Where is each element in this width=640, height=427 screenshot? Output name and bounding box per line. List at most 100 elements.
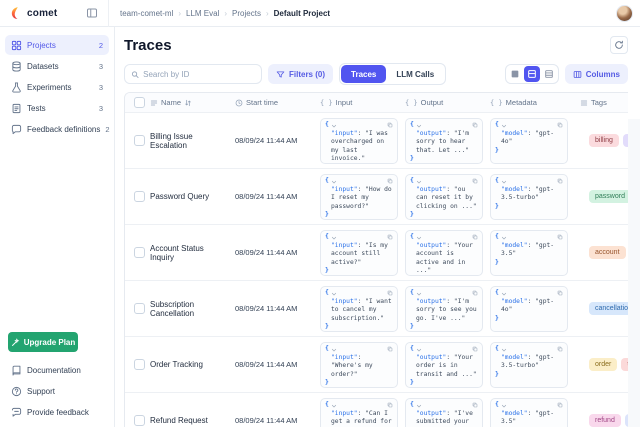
avatar[interactable] <box>616 5 633 22</box>
trace-name[interactable]: Refund Request <box>150 416 235 425</box>
input-json-cell[interactable]: {"input": "Can I get a refund for my las… <box>320 398 398 427</box>
select-all-checkbox[interactable] <box>134 97 145 108</box>
tag-password[interactable]: password <box>589 190 628 203</box>
tag-cancellation[interactable]: cancellation <box>589 302 628 315</box>
tag-tracking[interactable]: tracking <box>621 358 628 371</box>
chevron-down-icon[interactable] <box>331 179 337 185</box>
output-json-cell[interactable]: {"output": "Your account is active and i… <box>405 230 483 276</box>
table-row[interactable]: Billing Issue Escalation08/09/24 11:44 A… <box>125 113 628 169</box>
column-header-name[interactable]: Name <box>150 98 235 107</box>
chevron-down-icon[interactable] <box>416 291 422 297</box>
chevron-down-icon[interactable] <box>331 123 337 129</box>
copy-icon[interactable] <box>557 178 563 184</box>
breadcrumb-item[interactable]: Default Project <box>274 9 330 18</box>
chevron-down-icon[interactable] <box>501 347 507 353</box>
metadata-json-cell[interactable]: {"model": "gpt-3.5-turbo"} <box>490 174 568 220</box>
column-header-metadata[interactable]: { } Metadata <box>490 98 580 107</box>
sidebar-footer-item-provide-feedback[interactable]: Provide feedback <box>5 402 109 422</box>
tag-refund[interactable]: refund <box>589 414 621 427</box>
input-json-cell[interactable]: {"input": "Where's my order?"} <box>320 342 398 388</box>
columns-button[interactable]: Columns <box>565 64 628 84</box>
copy-icon[interactable] <box>387 402 393 408</box>
copy-icon[interactable] <box>472 402 478 408</box>
output-json-cell[interactable]: {"output": "I'm sorry to hear that. Let … <box>405 118 483 164</box>
expand-chevron[interactable] <box>416 235 422 241</box>
copy-button[interactable] <box>557 402 563 408</box>
table-row[interactable]: Subscription Cancellation08/09/24 11:44 … <box>125 281 628 337</box>
copy-button[interactable] <box>472 402 478 408</box>
breadcrumb-item[interactable]: Projects <box>232 9 261 18</box>
copy-button[interactable] <box>557 122 563 128</box>
sidebar-footer-item-documentation[interactable]: Documentation <box>5 360 109 380</box>
refresh-button[interactable] <box>610 36 628 54</box>
copy-button[interactable] <box>387 402 393 408</box>
tab-llm-calls[interactable]: LLM Calls <box>386 65 444 83</box>
expand-chevron[interactable] <box>416 179 422 185</box>
output-json-cell[interactable]: {"output": "Your order is in transit and… <box>405 342 483 388</box>
copy-button[interactable] <box>387 234 393 240</box>
chevron-down-icon[interactable] <box>501 235 507 241</box>
row-checkbox[interactable] <box>134 247 145 258</box>
copy-icon[interactable] <box>557 346 563 352</box>
input-json-cell[interactable]: {"input": "I want to cancel my subscript… <box>320 286 398 332</box>
copy-icon[interactable] <box>387 346 393 352</box>
upgrade-plan-button[interactable]: Upgrade Plan <box>8 332 78 352</box>
metadata-json-cell[interactable]: {"model": "gpt-4o"} <box>490 118 568 164</box>
column-header-start-time[interactable]: Start time <box>235 98 320 107</box>
copy-button[interactable] <box>387 346 393 352</box>
sidebar-toggle-button[interactable] <box>86 6 100 20</box>
copy-button[interactable] <box>472 346 478 352</box>
output-json-cell[interactable]: {"output": "I've submitted your refund r… <box>405 398 483 427</box>
copy-button[interactable] <box>387 290 393 296</box>
copy-button[interactable] <box>472 178 478 184</box>
row-checkbox[interactable] <box>134 135 145 146</box>
input-json-cell[interactable]: {"input": "I was overcharged on my last … <box>320 118 398 164</box>
expand-chevron[interactable] <box>416 123 422 129</box>
table-row[interactable]: Password Query08/09/24 11:44 AM{"input":… <box>125 169 628 225</box>
row-checkbox[interactable] <box>134 191 145 202</box>
copy-icon[interactable] <box>472 346 478 352</box>
expand-chevron[interactable] <box>331 123 337 129</box>
breadcrumb-item[interactable]: team-comet-ml <box>120 9 173 18</box>
chevron-down-icon[interactable] <box>501 291 507 297</box>
chevron-down-icon[interactable] <box>416 347 422 353</box>
chevron-down-icon[interactable] <box>416 235 422 241</box>
expand-chevron[interactable] <box>501 291 507 297</box>
expand-chevron[interactable] <box>331 347 337 353</box>
sidebar-item-datasets[interactable]: Datasets3 <box>5 56 109 76</box>
copy-icon[interactable] <box>472 122 478 128</box>
column-header-tags[interactable]: Tags <box>580 98 628 107</box>
copy-button[interactable] <box>557 178 563 184</box>
output-json-cell[interactable]: {"output": "ou can reset it by clicking … <box>405 174 483 220</box>
scrollbar-gutter[interactable] <box>628 119 640 427</box>
trace-name[interactable]: Order Tracking <box>150 360 235 369</box>
sidebar-item-projects[interactable]: Projects2 <box>5 35 109 55</box>
column-header-input[interactable]: { } Input <box>320 98 405 107</box>
expand-chevron[interactable] <box>501 347 507 353</box>
density-small-button[interactable] <box>507 66 523 82</box>
comet-logo[interactable]: comet <box>0 6 80 20</box>
search-input[interactable] <box>143 70 255 79</box>
copy-icon[interactable] <box>387 122 393 128</box>
copy-icon[interactable] <box>472 178 478 184</box>
expand-chevron[interactable] <box>501 179 507 185</box>
breadcrumb-item[interactable]: LLM Eval <box>186 9 219 18</box>
chevron-down-icon[interactable] <box>416 403 422 409</box>
expand-chevron[interactable] <box>501 235 507 241</box>
expand-chevron[interactable] <box>331 179 337 185</box>
copy-icon[interactable] <box>557 402 563 408</box>
chevron-down-icon[interactable] <box>331 347 337 353</box>
copy-button[interactable] <box>472 290 478 296</box>
table-row[interactable]: Account Status Inquiry08/09/24 11:44 AM{… <box>125 225 628 281</box>
copy-button[interactable] <box>557 346 563 352</box>
row-checkbox[interactable] <box>134 359 145 370</box>
metadata-json-cell[interactable]: {"model": "gpt-3.5"} <box>490 230 568 276</box>
output-json-cell[interactable]: {"output": "I'm sorry to see you go. I'v… <box>405 286 483 332</box>
copy-button[interactable] <box>472 122 478 128</box>
tag-account[interactable]: account <box>589 246 626 259</box>
sort-icon[interactable] <box>184 99 192 107</box>
trace-name[interactable]: Password Query <box>150 192 235 201</box>
copy-icon[interactable] <box>387 178 393 184</box>
chevron-down-icon[interactable] <box>331 291 337 297</box>
metadata-json-cell[interactable]: {"model": "gpt-3.5"} <box>490 398 568 427</box>
